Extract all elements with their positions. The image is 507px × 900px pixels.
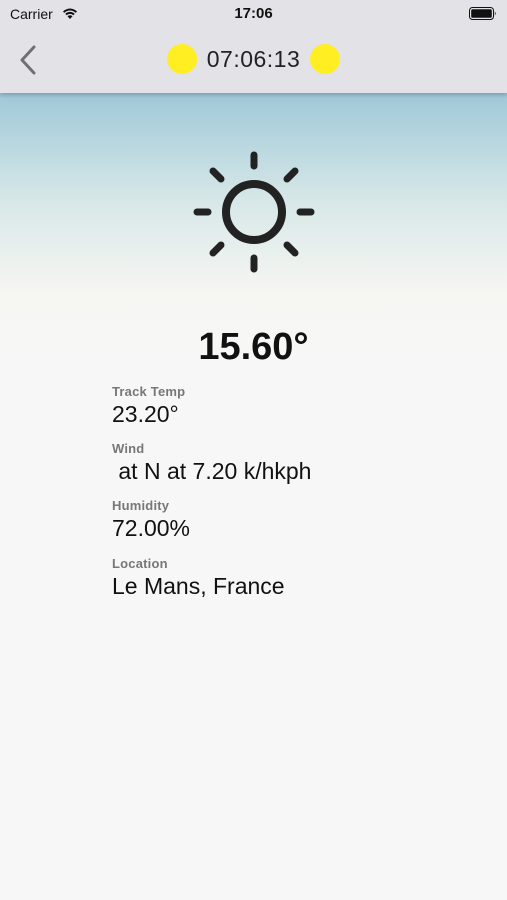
track-temp-label: Track Temp [112, 384, 186, 399]
wind-field: Wind at N at 7.20 k/hkph [112, 441, 311, 485]
humidity-value: 72.00% [112, 515, 191, 541]
left-status-dot [166, 44, 197, 74]
sun-icon [193, 151, 315, 273]
location-label: Location [112, 556, 168, 571]
nav-title-group: 07:06:13 [0, 44, 507, 74]
track-temp-field: Track Temp 23.20° [112, 384, 185, 428]
top-bar: Carrier 17:06 07:06:13 [0, 0, 507, 93]
wind-label: Wind [112, 441, 145, 456]
wind-value: at N at 7.20 k/hkph [112, 458, 312, 484]
session-clock: 07:06:13 [206, 45, 301, 72]
weather-content: 15.60° Track Temp 23.20° Wind at N at 7.… [0, 93, 507, 900]
right-status-dot [310, 44, 341, 74]
status-bar: Carrier 17:06 [0, 0, 507, 28]
location-field: Location Le Mans, France [112, 556, 285, 600]
battery-icon [469, 7, 496, 20]
humidity-label: Humidity [112, 498, 170, 513]
location-value: Le Mans, France [112, 573, 285, 599]
status-time: 17:06 [234, 5, 273, 22]
track-temp-value: 23.20° [112, 401, 179, 427]
air-temperature: 15.60° [198, 326, 309, 368]
navigation-bar: 07:06:13 [0, 28, 507, 93]
humidity-field: Humidity 72.00% [112, 498, 190, 542]
